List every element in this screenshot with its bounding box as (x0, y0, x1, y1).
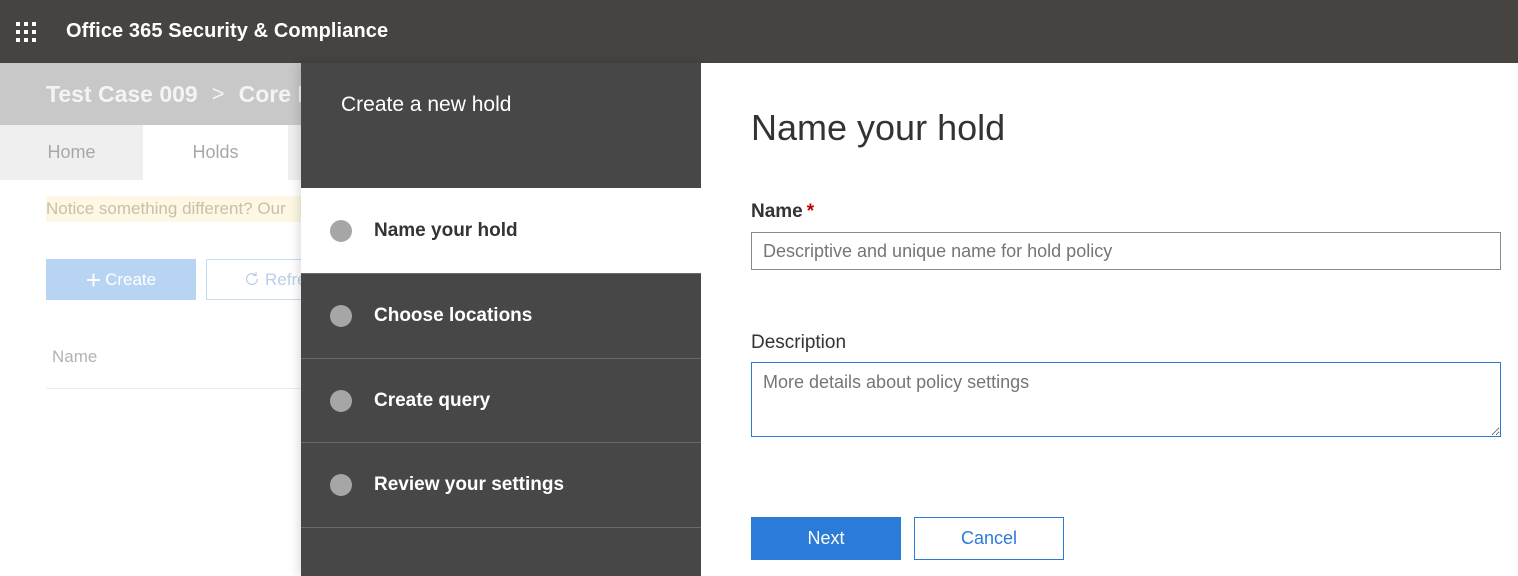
refresh-icon (246, 272, 259, 286)
description-label: Description (751, 332, 847, 353)
tab-holds[interactable]: Holds (143, 125, 288, 180)
required-marker: * (806, 201, 815, 222)
app-launcher-icon[interactable] (0, 0, 52, 63)
wizard-nav: Create a new hold Name your hold Choose … (301, 63, 701, 576)
notice-banner: Notice something different? Our (46, 196, 306, 222)
form-panel: Name your hold Name* Description Next Ca… (701, 63, 1518, 576)
description-field[interactable] (751, 362, 1501, 437)
step-status-icon (330, 305, 352, 327)
step-status-icon (330, 390, 352, 412)
wizard-title: Create a new hold (341, 93, 512, 116)
page-title: Name your hold (751, 107, 1006, 148)
tab-home[interactable]: Home (0, 125, 143, 180)
breadcrumb-separator: > (211, 81, 225, 106)
breadcrumb-case[interactable]: Test Case 009 (46, 81, 198, 108)
app-title[interactable]: Office 365 Security & Compliance (66, 20, 388, 43)
wizard-step-name-your-hold[interactable]: Name your hold (301, 188, 701, 273)
wizard-step-create-query[interactable]: Create query (301, 358, 701, 443)
name-label: Name * (751, 201, 814, 223)
create-button[interactable]: + Create (46, 259, 196, 300)
name-field[interactable] (751, 232, 1501, 270)
step-label: Create query (374, 390, 491, 411)
step-status-icon (330, 474, 352, 496)
top-bar: Office 365 Security & Compliance (0, 0, 1518, 63)
next-button[interactable]: Next (751, 517, 901, 560)
create-button-label: Create (105, 269, 157, 289)
step-label: Choose locations (374, 305, 533, 326)
step-label: Name your hold (374, 219, 518, 241)
column-header-name[interactable]: Name (52, 347, 97, 367)
wizard-step-choose-locations[interactable]: Choose locations (301, 273, 701, 358)
step-status-icon (330, 219, 352, 242)
cancel-button[interactable]: Cancel (914, 517, 1064, 560)
plus-icon: + (85, 264, 102, 295)
name-label-text: Name (751, 201, 803, 222)
wizard-step-review-settings[interactable]: Review your settings (301, 442, 701, 527)
column-divider (46, 388, 306, 389)
step-divider (301, 527, 701, 528)
step-label: Review your settings (374, 474, 565, 495)
